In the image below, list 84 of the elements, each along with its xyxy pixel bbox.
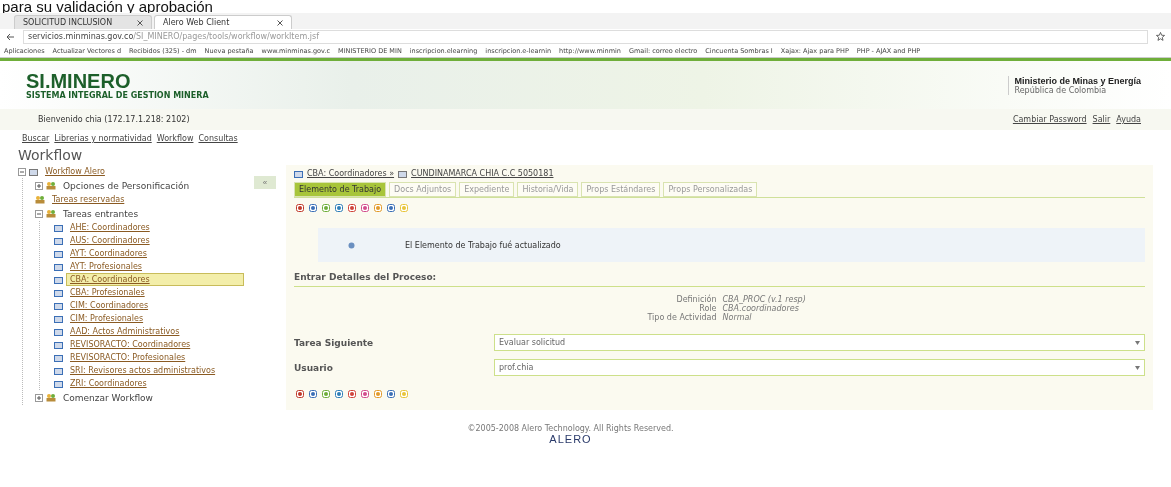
tool-icon[interactable] [387, 204, 395, 212]
select-field[interactable]: prof.chia [494, 359, 1145, 376]
section-title: Entrar Detalles del Proceso: [294, 262, 1145, 287]
tool-icon[interactable] [335, 204, 343, 212]
select-field[interactable]: Evaluar solicitud [494, 334, 1145, 351]
field-label: Usuario [294, 362, 334, 373]
tool-icon[interactable] [296, 204, 304, 212]
tree-item[interactable]: Tareas entrantes [59, 206, 244, 221]
tool-icon[interactable] [348, 390, 356, 398]
folder-icon [29, 167, 38, 176]
header-link[interactable]: Salir [1092, 115, 1111, 124]
tree-item[interactable]: Workflow Alero [41, 165, 244, 178]
logo: SI.MINERO SISTEMA INTEGRAL DE GESTION MINERA [26, 70, 209, 100]
info-icon [348, 241, 355, 249]
tree-item[interactable]: CBA: Coordinadores [66, 273, 244, 286]
tool-icon[interactable] [361, 390, 369, 398]
copyright-text: ©2005-2008 Alero Technology. All Rights Reserved. [467, 424, 674, 433]
tab[interactable]: Elemento de Trabajo [294, 182, 387, 197]
field-label: Tarea Siguiente [294, 337, 375, 348]
folder-icon [398, 169, 408, 178]
minus-toggle-icon[interactable] [18, 167, 26, 176]
tree-item[interactable]: CIM: Profesionales [66, 312, 244, 325]
nav-link[interactable]: Workflow [156, 134, 194, 143]
tree-item[interactable]: AUS: Coordinadores [66, 234, 244, 247]
footer-logo: ALERO [549, 433, 592, 445]
back-icon[interactable] [6, 32, 15, 41]
people-icon [46, 181, 56, 190]
tree-item[interactable]: ZRI: Coordinadores [66, 377, 244, 390]
tool-icon[interactable] [335, 390, 343, 398]
plus-toggle-icon[interactable] [35, 393, 43, 402]
address-field[interactable]: servicios.minminas.gov.co/SI_MINERO/pages/tools/workflow/workItem.jsf [23, 29, 1148, 44]
detail-label: Role [698, 304, 717, 313]
minus-toggle-icon[interactable] [35, 209, 43, 218]
caret-icon [1135, 340, 1140, 345]
people-icon [46, 209, 56, 218]
detail-value: Normal [722, 313, 753, 322]
people-icon [35, 195, 45, 204]
close-icon[interactable] [277, 19, 283, 26]
nav-link[interactable]: Buscar [22, 134, 50, 143]
header-link[interactable]: Ayuda [1116, 115, 1141, 124]
tree-item[interactable]: AAD: Actos Administrativos [66, 325, 244, 338]
browser-tab[interactable]: Alero Web Client [154, 15, 292, 29]
header-link[interactable]: Cambiar Password [1012, 115, 1087, 124]
nav-link[interactable]: Librerias y normatividad [54, 134, 152, 143]
tree-item[interactable]: Comenzar Workflow [59, 390, 244, 405]
tree-item[interactable]: CIM: Coordinadores [66, 299, 244, 312]
close-icon[interactable] [137, 19, 143, 26]
tree-item[interactable]: REVISORACTO: Coordinadores [66, 338, 244, 351]
nav-link[interactable]: Consultas [198, 134, 238, 143]
detail-value: CBA.coordinadores [722, 304, 799, 313]
tool-icon[interactable] [374, 204, 382, 212]
tree-item[interactable]: SRI: Revisores actos administrativos [66, 364, 244, 377]
tree-item[interactable]: Opciones de Personificación [59, 178, 244, 193]
tool-icon[interactable] [361, 204, 369, 212]
star-icon[interactable] [1156, 32, 1165, 41]
tool-icon[interactable] [296, 390, 304, 398]
tool-icon[interactable] [309, 390, 317, 398]
tree-item[interactable]: CBA: Profesionales [66, 286, 244, 299]
tool-icon[interactable] [322, 204, 330, 212]
detail-value: CBA_PROC (v.1 resp) [722, 295, 807, 304]
tree-item[interactable]: AHE: Coordinadores [66, 221, 244, 234]
browser-tab[interactable]: SOLICITUD INCLUSION [14, 15, 152, 29]
caret-icon [1135, 365, 1140, 370]
people-icon [46, 393, 56, 402]
welcome-text: Bienvenido chia (172.17.1.218: 2102) [38, 115, 190, 124]
tool-icon[interactable] [348, 204, 356, 212]
tree-item[interactable]: REVISORACTO: Profesionales [66, 351, 244, 364]
ministry-logo: Ministerio de Minas y Energía República de Colombia [1008, 75, 1141, 95]
tool-icon[interactable] [309, 204, 317, 212]
tree-item[interactable]: AYT: Profesionales [66, 260, 244, 273]
detail-label: Definición [675, 295, 717, 304]
tool-icon[interactable] [374, 390, 382, 398]
folder-icon [294, 169, 303, 178]
tree-item[interactable]: AYT: Coordinadores [66, 247, 244, 260]
collapse-button[interactable]: « [254, 176, 276, 189]
message-text: El Elemento de Trabajo fué actualizado [405, 240, 561, 250]
tool-icon[interactable] [322, 390, 330, 398]
tree-item[interactable]: Tareas reservadas [48, 193, 244, 206]
tool-icon[interactable] [387, 390, 395, 398]
breadcrumb-link[interactable]: CBA: Coordinadores » [307, 169, 395, 178]
breadcrumb-link[interactable]: CUNDINAMARCA CHIA C.C 5050181 [411, 169, 554, 178]
plus-toggle-icon[interactable] [35, 181, 43, 190]
detail-label: Tipo de Actividad [646, 313, 717, 322]
page-title: Workflow [17, 147, 84, 163]
